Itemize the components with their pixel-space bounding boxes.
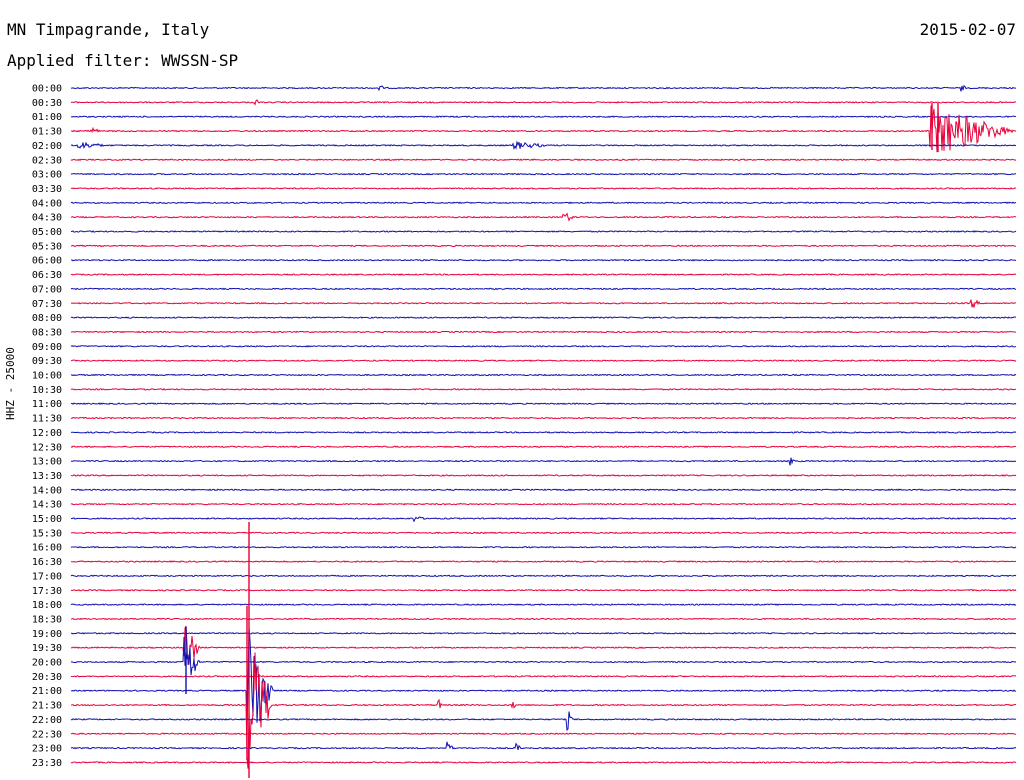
trace-line bbox=[70, 373, 1017, 377]
trace-line bbox=[70, 617, 1017, 621]
trace-line bbox=[70, 344, 1017, 348]
time-label: 00:30 bbox=[32, 98, 62, 109]
trace-line bbox=[70, 316, 1017, 319]
time-label: 07:00 bbox=[32, 284, 62, 295]
trace-line bbox=[70, 741, 1017, 751]
time-label: 10:30 bbox=[32, 385, 62, 396]
time-label: 11:00 bbox=[32, 399, 62, 410]
trace-line bbox=[70, 445, 1017, 449]
trace-line bbox=[70, 652, 1017, 769]
helicorder-plot: 00:00 00:30 01:00 01:30 02:00 02:30 03:00 03:30… bbox=[32, 84, 1017, 778]
time-label: 05:00 bbox=[32, 227, 62, 238]
trace-line bbox=[70, 431, 1017, 434]
trace-line bbox=[70, 488, 1017, 492]
time-label: 23:00 bbox=[32, 744, 62, 755]
trace-line bbox=[70, 287, 1017, 291]
time-label: 12:00 bbox=[32, 428, 62, 439]
trace-line bbox=[70, 545, 1017, 549]
time-label: 02:30 bbox=[32, 155, 62, 166]
trace-line bbox=[71, 632, 1017, 635]
trace-line bbox=[70, 230, 1017, 233]
trace-line bbox=[70, 531, 1017, 535]
time-label: 08:00 bbox=[32, 313, 62, 324]
time-label: 07:30 bbox=[32, 299, 62, 310]
trace-line bbox=[70, 244, 1017, 248]
time-label: 11:30 bbox=[32, 414, 62, 425]
trace-line bbox=[70, 172, 1017, 176]
time-label: 22:30 bbox=[32, 729, 62, 740]
time-label: 10:00 bbox=[32, 371, 62, 382]
time-label: 00:00 bbox=[32, 84, 62, 95]
trace-line bbox=[70, 675, 1017, 678]
time-label: 02:00 bbox=[32, 141, 62, 152]
time-label: 12:30 bbox=[32, 442, 62, 453]
time-label: 03:30 bbox=[32, 184, 62, 195]
trace-line bbox=[70, 636, 1017, 676]
time-label: 06:00 bbox=[32, 256, 62, 267]
trace-line bbox=[70, 258, 1017, 262]
trace-line bbox=[70, 387, 1017, 391]
time-label: 21:00 bbox=[32, 686, 62, 697]
time-label: 19:30 bbox=[32, 643, 62, 654]
time-label: 08:30 bbox=[32, 327, 62, 338]
time-label: 13:30 bbox=[32, 471, 62, 482]
trace-line bbox=[70, 588, 1017, 592]
time-label: 16:30 bbox=[32, 557, 62, 568]
trace-line bbox=[70, 574, 1017, 578]
trace-line bbox=[70, 115, 1017, 119]
time-label: 18:30 bbox=[32, 614, 62, 625]
trace-line bbox=[70, 516, 1017, 523]
time-label: 14:30 bbox=[32, 500, 62, 511]
time-label: 05:30 bbox=[32, 241, 62, 252]
time-label: 19:00 bbox=[32, 629, 62, 640]
trace-line bbox=[70, 761, 1017, 764]
trace-line bbox=[70, 359, 1017, 362]
time-label: 06:30 bbox=[32, 270, 62, 281]
time-label: 21:30 bbox=[32, 701, 62, 712]
trace-line bbox=[70, 416, 1017, 420]
trace-line bbox=[70, 84, 1017, 92]
time-label: 17:30 bbox=[32, 586, 62, 597]
trace-line bbox=[70, 201, 1017, 205]
time-label: 01:00 bbox=[32, 112, 62, 123]
trace-line bbox=[70, 474, 1017, 477]
trace-line bbox=[70, 140, 1017, 151]
trace-line bbox=[70, 330, 1017, 334]
time-label: 16:00 bbox=[32, 543, 62, 554]
time-label: 22:00 bbox=[32, 715, 62, 726]
trace-line bbox=[70, 603, 1017, 606]
time-label: 01:30 bbox=[32, 127, 62, 138]
trace-line bbox=[70, 457, 1017, 466]
time-label: 20:30 bbox=[32, 672, 62, 683]
trace-line bbox=[70, 273, 1017, 276]
time-label: 13:00 bbox=[32, 457, 62, 468]
time-label: 09:00 bbox=[32, 342, 62, 353]
time-label: 20:00 bbox=[32, 658, 62, 669]
trace-line bbox=[70, 212, 1017, 222]
trace-line bbox=[70, 711, 1017, 732]
time-label: 14:00 bbox=[32, 485, 62, 496]
trace-line bbox=[70, 402, 1017, 406]
trace-line bbox=[70, 560, 1017, 563]
time-label: 23:30 bbox=[32, 758, 62, 769]
time-label: 03:00 bbox=[32, 170, 62, 181]
time-label: 18:00 bbox=[32, 600, 62, 611]
time-label: 04:30 bbox=[32, 213, 62, 224]
trace-line bbox=[70, 502, 1017, 506]
time-label: 09:30 bbox=[32, 356, 62, 367]
trace-line bbox=[70, 158, 1017, 162]
time-label: 15:30 bbox=[32, 528, 62, 539]
trace-line bbox=[70, 732, 1017, 736]
time-label: 15:00 bbox=[32, 514, 62, 525]
trace-line bbox=[70, 187, 1017, 190]
trace-line bbox=[70, 99, 1017, 106]
trace-line bbox=[70, 625, 1017, 666]
time-label: 17:00 bbox=[32, 571, 62, 582]
trace-line bbox=[70, 626, 1017, 735]
trace-line bbox=[70, 299, 1017, 308]
time-label: 04:00 bbox=[32, 198, 62, 209]
